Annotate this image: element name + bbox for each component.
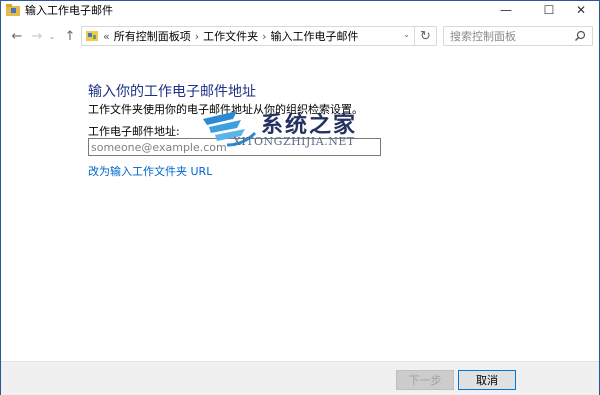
page-description: 工作文件夹使用你的电子邮件地址从你的组织检索设置。 bbox=[88, 103, 363, 116]
enter-url-link[interactable]: 改为输入工作文件夹 URL bbox=[88, 163, 212, 179]
up-button[interactable]: ↑ bbox=[60, 26, 80, 46]
back-button[interactable]: ← bbox=[7, 26, 27, 46]
breadcrumb-separator-icon[interactable]: › bbox=[262, 30, 266, 43]
footer-bar: 下一步 取消 bbox=[1, 361, 599, 395]
address-bar[interactable]: « 所有控制面板项 › 工作文件夹 › 输入工作电子邮件 ⌄ bbox=[81, 26, 415, 46]
breadcrumb-work-folders[interactable]: 工作文件夹 bbox=[203, 28, 258, 44]
address-dropdown-icon[interactable]: ⌄ bbox=[403, 30, 410, 39]
minimize-button[interactable]: — bbox=[486, 1, 526, 19]
search-icon[interactable] bbox=[574, 30, 586, 45]
cancel-button[interactable]: 取消 bbox=[458, 370, 516, 390]
work-folders-window: 输入工作电子邮件 — ☐ ✕ ← → ⌄ ↑ « 所有控制面板项 › 工作文件夹… bbox=[0, 0, 600, 395]
search-box[interactable]: 搜索控制面板 bbox=[443, 26, 593, 46]
navigation-bar: ← → ⌄ ↑ « 所有控制面板项 › 工作文件夹 › 输入工作电子邮件 ⌄ ↻… bbox=[1, 23, 599, 49]
search-placeholder: 搜索控制面板 bbox=[450, 30, 516, 43]
window-title: 输入工作电子邮件 bbox=[25, 4, 113, 17]
email-field[interactable] bbox=[88, 138, 381, 156]
close-button[interactable]: ✕ bbox=[561, 1, 600, 19]
title-bar: 输入工作电子邮件 — ☐ ✕ bbox=[1, 1, 599, 19]
control-panel-icon bbox=[85, 29, 99, 43]
breadcrumb-enter-work-email[interactable]: 输入工作电子邮件 bbox=[271, 28, 359, 44]
work-folders-icon bbox=[5, 2, 21, 18]
email-field-label: 工作电子邮件地址: bbox=[88, 125, 180, 138]
refresh-button[interactable]: ↻ bbox=[415, 26, 437, 46]
breadcrumb-separator-icon[interactable]: › bbox=[195, 30, 199, 43]
forward-button[interactable]: → bbox=[27, 26, 47, 46]
next-button[interactable]: 下一步 bbox=[396, 370, 454, 390]
page-heading: 输入你的工作电子邮件地址 bbox=[88, 84, 256, 100]
recent-locations-chevron-icon[interactable]: ⌄ bbox=[46, 26, 58, 46]
breadcrumb-all-control-panel-items[interactable]: 所有控制面板项 bbox=[114, 28, 191, 44]
breadcrumb-overflow[interactable]: « bbox=[103, 30, 110, 43]
